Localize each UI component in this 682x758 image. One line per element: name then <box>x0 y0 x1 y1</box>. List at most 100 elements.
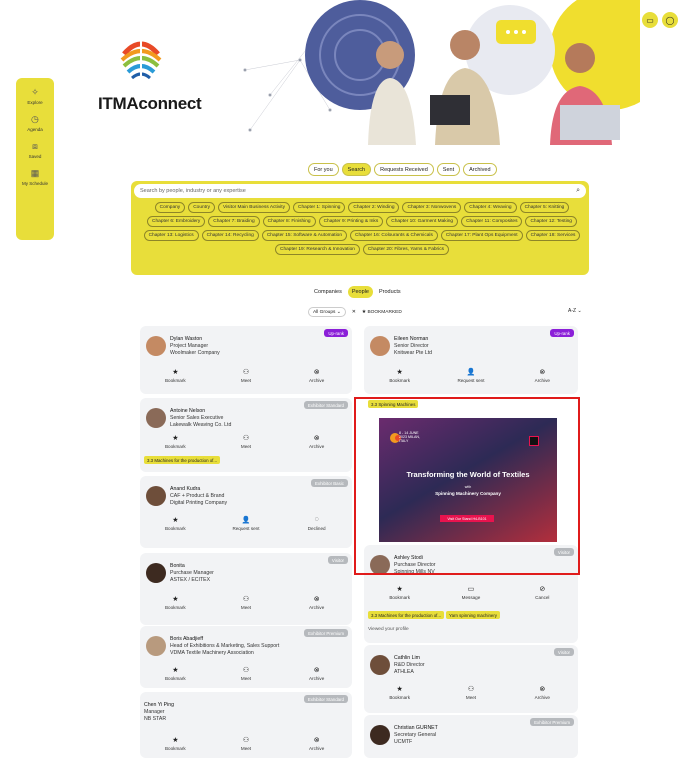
chat-icon[interactable]: ▭ <box>642 12 658 28</box>
meet-button[interactable]: ⚇ Meet <box>446 685 496 700</box>
archive-button[interactable]: ⊗ Archive <box>292 368 342 383</box>
filter-chip[interactable]: Country <box>188 202 215 213</box>
meet-button[interactable]: ⚇ Meet <box>221 736 271 751</box>
filter-chip[interactable]: Chapter 11: Composites <box>461 216 523 227</box>
person-name[interactable]: Cathlin Lim <box>394 655 425 662</box>
filter-chip[interactable]: Chapter 19: Research & Innovation <box>274 244 360 255</box>
meet-button[interactable]: ⚇ Meet <box>221 595 271 610</box>
filter-chip[interactable]: Company <box>154 202 186 213</box>
subtab-products[interactable]: Products <box>375 286 405 298</box>
person-name[interactable]: Anand Kudra <box>170 486 227 493</box>
person-card[interactable]: Exhibitor Basic Anand Kudra CAF + Produc… <box>140 476 352 548</box>
group-select[interactable]: All Groups ⌄ <box>308 307 346 317</box>
person-card[interactable]: Visitor Bonita Purchase Manager ASTEX / … <box>140 553 352 625</box>
bookmark-button[interactable]: ★ Bookmark <box>150 666 200 681</box>
person-card[interactable]: Exhibitor Premium Boris Abadjieff Head o… <box>140 626 352 688</box>
filter-chip[interactable]: Chapter 13: Logistics <box>143 230 199 241</box>
tab-requests-received[interactable]: Requests Received <box>374 163 434 176</box>
person-name[interactable]: Dylan Waston <box>170 336 220 343</box>
status-badge: Visitor <box>327 556 348 564</box>
filter-chip[interactable]: Chapter 15: Software & Automation <box>261 230 348 241</box>
person-name[interactable]: Chen Yi Ping <box>144 702 174 709</box>
meet-button[interactable]: ⚇ Meet <box>221 666 271 681</box>
search-input[interactable]: Search by people, industry or any expert… <box>134 184 586 198</box>
star-icon: ★ <box>396 686 403 693</box>
bookmark-button[interactable]: ★ Bookmark <box>150 368 200 383</box>
tab-archived[interactable]: Archived <box>463 163 497 176</box>
person-name[interactable]: Eileen Norman <box>394 336 432 343</box>
sort-select[interactable]: A-Z ⌄ <box>568 308 582 314</box>
bookmarked-filter[interactable]: ★ BOOKMARKED <box>362 310 402 315</box>
tab-for-you[interactable]: For you <box>308 163 339 176</box>
card-actions: ★ Bookmark 👤 Request sent ◌ Declined <box>140 516 352 531</box>
filter-chip[interactable]: Chapter 6: Embroidery <box>147 216 206 227</box>
nav-agenda[interactable]: ◷ Agenda <box>27 113 43 133</box>
filter-chip[interactable]: Chapter 20: Fibres, Yarns & Fabrics <box>362 244 449 255</box>
tab-sent[interactable]: Sent <box>436 163 461 176</box>
meet-button[interactable]: ⚇ Meet <box>221 434 271 449</box>
message-button[interactable]: ▭ Message <box>446 585 496 600</box>
person-name[interactable]: Boris Abadjieff <box>170 636 279 643</box>
meet-icon: ⚇ <box>242 435 250 442</box>
bookmark-button[interactable]: ★ Bookmark <box>375 585 425 600</box>
person-card[interactable]: Exhibitor Standard Chen Yi Ping Manager … <box>140 692 352 758</box>
filter-chip[interactable]: Chapter 9: Printing & Inks <box>318 216 384 227</box>
bookmark-button[interactable]: ★ Bookmark <box>375 685 425 700</box>
request-sent-button[interactable]: 👤 Request sent <box>446 368 496 383</box>
hero-illustration <box>240 0 640 145</box>
meet-button[interactable]: ⚇ Meet <box>221 368 271 383</box>
filter-chip[interactable]: Chapter 7: Braiding <box>208 216 260 227</box>
person-card[interactable]: Visitor Cathlin Lim R&D Director ATHLEA … <box>364 645 578 713</box>
archive-button[interactable]: ⊗ Archive <box>517 685 567 700</box>
nav-saved[interactable]: ⧈ Saved <box>29 140 42 160</box>
person-name[interactable]: Antoine Nelson <box>170 408 231 415</box>
archive-button[interactable]: ⊗ Archive <box>517 368 567 383</box>
person-name[interactable]: Bonita <box>170 563 214 570</box>
bookmark-button[interactable]: ★ Bookmark <box>150 736 200 751</box>
request-sent-button[interactable]: 👤 Request sent <box>221 516 271 531</box>
user-icon[interactable]: ◯ <box>662 12 678 28</box>
person-card[interactable]: Exhibitor Standard Antoine Nelson Senior… <box>140 398 352 472</box>
sponsored-banner[interactable]: 8 - 14 JUNE 2023 MILAN, ITALY Transformi… <box>379 418 557 542</box>
bookmark-button[interactable]: ★ Bookmark <box>150 516 200 531</box>
person-info: Christian GURNET Secretary General UCMTF <box>394 725 438 746</box>
filter-chip[interactable]: Visitor Main Business Activity <box>217 202 291 213</box>
nav-my-schedule[interactable]: ▦ My Schedule <box>22 167 48 187</box>
person-card[interactable]: Exhibitor Premium Christian GURNET Secre… <box>364 715 578 758</box>
person-name[interactable]: Christian GURNET <box>394 725 438 732</box>
bookmark-button[interactable]: ★ Bookmark <box>150 434 200 449</box>
filter-chip[interactable]: Chapter 12: Testing <box>525 216 577 227</box>
bookmark-button[interactable]: ★ Bookmark <box>150 595 200 610</box>
archive-button[interactable]: ⊗ Archive <box>292 595 342 610</box>
filter-chip[interactable]: Chapter 5: Knitting <box>519 202 570 213</box>
filter-chip[interactable]: Chapter 18: Services <box>525 230 581 241</box>
subtab-companies[interactable]: Companies <box>310 286 346 298</box>
status-badge: Visitor <box>553 648 574 656</box>
filter-chip[interactable]: Chapter 14: Recycling <box>201 230 259 241</box>
card-actions: ★ Bookmark ⚇ Meet ⊗ Archive <box>140 368 352 383</box>
filter-chip[interactable]: Chapter 16: Colourants & Chemicals <box>350 230 438 241</box>
filter-chip[interactable]: Chapter 2: Winding <box>348 202 400 213</box>
person-card[interactable]: Up-rank Eileen Norman Senior Director Kn… <box>364 326 578 394</box>
person-title: Manager <box>144 709 165 715</box>
filter-chip[interactable]: Chapter 3: Nonwovens <box>402 202 462 213</box>
person-card[interactable]: Up-rank Dylan Waston Project Manager Woo… <box>140 326 352 394</box>
archive-button[interactable]: ⊗ Archive <box>292 736 342 751</box>
archive-button[interactable]: ⊗ Archive <box>292 434 342 449</box>
archive-button[interactable]: ⊗ Archive <box>292 666 342 681</box>
filter-chip[interactable]: Chapter 1: Spinning <box>293 202 346 213</box>
promo-company: Spinning Machinery Company <box>435 491 501 496</box>
filter-chip[interactable]: Chapter 10: Garment Making <box>386 216 459 227</box>
filter-chip[interactable]: Chapter 4: Weaving <box>464 202 517 213</box>
search-icon[interactable]: ⌕ <box>576 187 580 195</box>
tab-search[interactable]: Search <box>341 163 372 176</box>
cancel-button[interactable]: ⊘ Cancel <box>517 585 567 600</box>
bookmark-button[interactable]: ★ Bookmark <box>375 368 425 383</box>
star-icon: ★ <box>172 737 179 744</box>
subtab-people[interactable]: People <box>347 286 373 298</box>
promo-cta-button[interactable]: Visit Our Stand H4-B101 <box>440 515 494 522</box>
declined-button[interactable]: ◌ Declined <box>292 516 342 531</box>
filter-chip[interactable]: Chapter 8: Finishing <box>262 216 316 227</box>
nav-explore[interactable]: ✧ Explore <box>27 86 42 106</box>
filter-chip[interactable]: Chapter 17: Plant Ops Equipment <box>440 230 523 241</box>
